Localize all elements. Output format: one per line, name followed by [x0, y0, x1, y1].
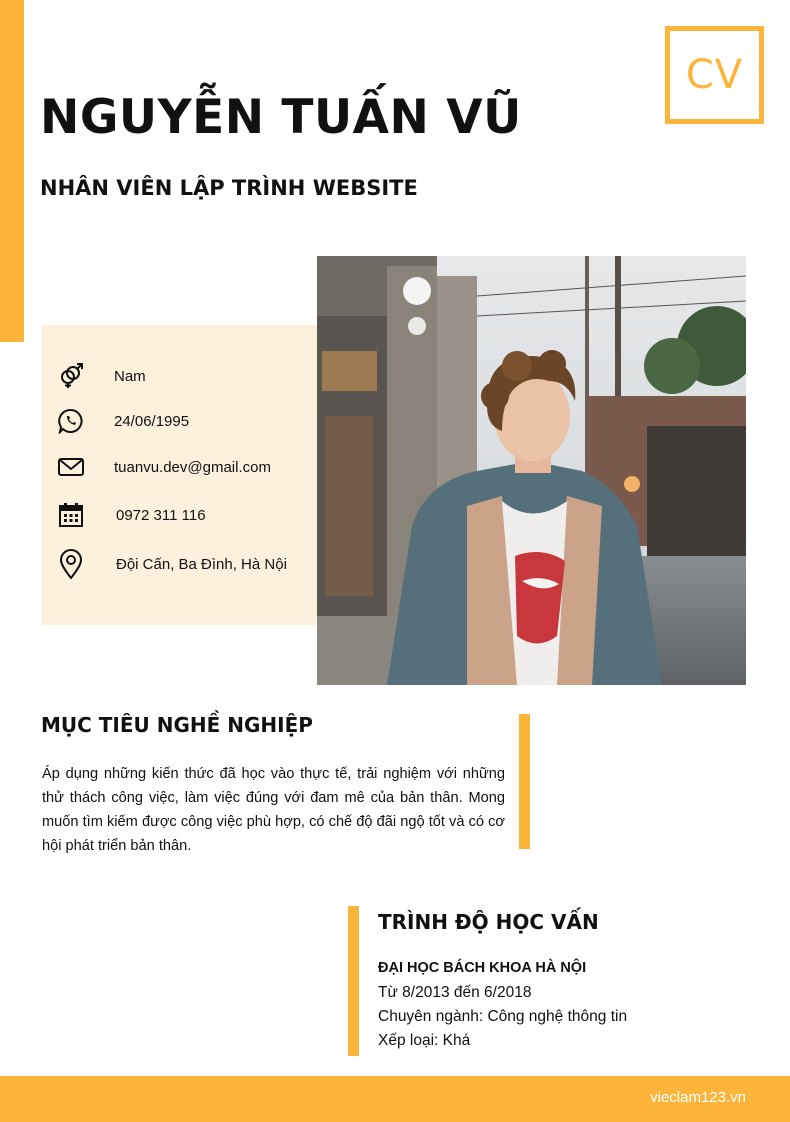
- profile-photo: [317, 256, 746, 685]
- contact-birthday-value: 24/06/1995: [114, 412, 190, 430]
- contact-birthday: 24/06/1995: [56, 406, 189, 436]
- job-title: NHÂN VIÊN LẬP TRÌNH WEBSITE: [40, 176, 418, 200]
- education-period: Từ 8/2013 đến 6/2018: [378, 984, 532, 1001]
- contact-phone-value: 0972 311 116: [116, 506, 206, 524]
- candidate-name: NGUYỄN TUẤN VŨ: [40, 90, 522, 145]
- contact-email: tuanvu.dev@gmail.com: [56, 452, 271, 482]
- education-major: Chuyên ngành: Công nghệ thông tin: [378, 1008, 628, 1025]
- whatsapp-icon: [56, 406, 86, 436]
- envelope-icon: [56, 452, 86, 482]
- contact-gender: Nam: [56, 361, 146, 391]
- left-accent-bar: [0, 0, 24, 342]
- calendar-icon: [56, 500, 86, 530]
- contact-address-value: Đội Cấn, Ba Đình, Hà Nội: [116, 555, 287, 573]
- contact-email-value: tuanvu.dev@gmail.com: [114, 458, 271, 476]
- education-title: TRÌNH ĐỘ HỌC VẤN: [378, 910, 599, 934]
- career-goal-accent-bar: [519, 714, 530, 849]
- education-accent-bar: [348, 906, 359, 1056]
- education-rank: Xếp loại: Khá: [378, 1032, 471, 1049]
- footer-bar: vieclam123.vn: [0, 1076, 790, 1122]
- contact-address: Đội Cấn, Ba Đình, Hà Nội: [56, 549, 287, 579]
- contact-phone: 0972 311 116: [56, 500, 206, 530]
- footer-brand-link[interactable]: vieclam123.vn: [650, 1089, 746, 1106]
- gender-icon: [56, 361, 86, 391]
- career-goal-title: MỤC TIÊU NGHỀ NGHIỆP: [41, 713, 313, 737]
- cv-badge: CV: [665, 26, 764, 124]
- education-school: ĐẠI HỌC BÁCH KHOA HÀ NỘI: [378, 960, 587, 976]
- cv-badge-label: CV: [685, 52, 744, 98]
- location-pin-icon: [56, 549, 86, 579]
- career-goal-text: Áp dụng những kiến thức đã học vào thực …: [42, 766, 505, 854]
- contact-gender-value: Nam: [114, 367, 146, 385]
